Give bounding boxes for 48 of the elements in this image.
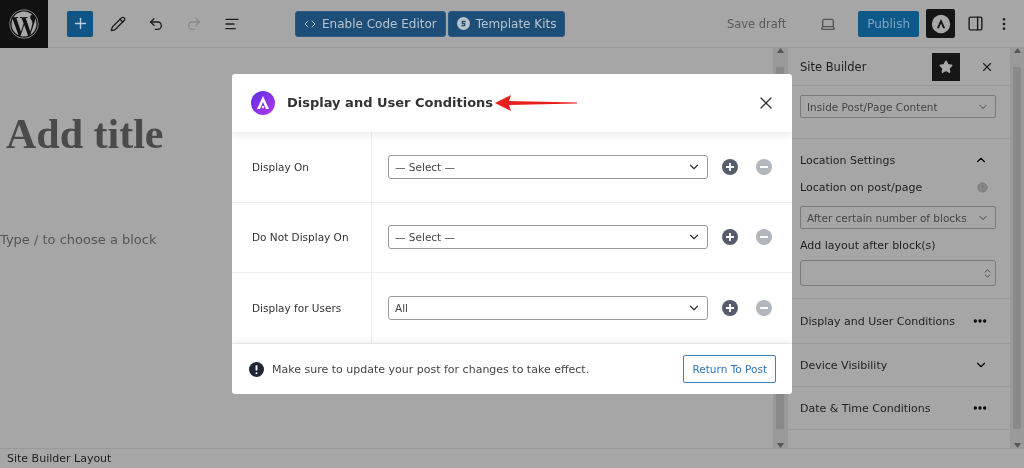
warning-icon [249,361,264,377]
scroll-up-icon[interactable] [1013,48,1021,53]
location-select[interactable]: After certain number of blocks [800,206,996,229]
panel-header[interactable]: Device Visibility [788,344,1010,386]
status-bar: Site Builder Layout [0,448,1024,468]
wordpress-button[interactable] [0,0,48,48]
redo-icon [186,15,202,32]
save-draft-button[interactable]: Save draft [726,16,787,31]
template-kits-button[interactable]: Template Kits [447,10,566,37]
title-field[interactable]: Add title [6,110,164,158]
astra-logo [251,90,275,115]
panel-icon [967,15,984,32]
condition-label: Display On [232,131,372,202]
pencil-icon [110,15,126,32]
condition-label: Display for Users [232,273,372,344]
field-label: Add layout after block(s) [800,239,936,252]
field-label: Location on post/page [800,181,923,194]
publish-button[interactable]: Publish [858,10,919,37]
add-icon[interactable] [722,229,738,246]
add-icon[interactable] [722,300,738,317]
scroll-down-icon[interactable] [1013,443,1021,448]
modal-title: Display and User Conditions [287,95,494,111]
layout-select[interactable]: Inside Post/Page Content [800,95,996,118]
scroll-down-icon[interactable] [776,443,784,448]
wordpress-logo [9,8,39,39]
return-to-post-button[interactable]: Return To Post [683,355,776,384]
template-kits-icon [456,17,470,30]
notice-text: Make sure to update your post for changes to take effect. [272,362,591,376]
code-editor-button[interactable]: Enable Code Editor [295,10,446,37]
sidebar-toggle-button[interactable] [967,15,984,32]
panel-header[interactable]: Display and User Conditions [788,299,1010,343]
astra-icon [930,13,951,34]
block-field[interactable]: Type / to choose a block [0,232,157,247]
condition-select[interactable]: All [388,296,708,321]
star-icon [939,59,953,74]
condition-select[interactable]: — Select — [388,154,708,179]
sidebar-title: Site Builder [800,59,868,74]
add-icon[interactable] [722,158,738,175]
number-field[interactable] [800,260,996,286]
condition-select[interactable]: — Select — [388,225,708,250]
undo-icon [148,15,164,32]
star-button[interactable] [932,52,960,81]
scroll-up-icon[interactable] [776,48,784,53]
condition-label: Do Not Display On [232,202,372,273]
add-block-button[interactable] [67,10,93,37]
location-settings-header[interactable]: Location Settings [788,139,1010,181]
astra-button[interactable] [926,9,955,38]
panel-header[interactable]: Date & Time Conditions [788,387,1010,429]
